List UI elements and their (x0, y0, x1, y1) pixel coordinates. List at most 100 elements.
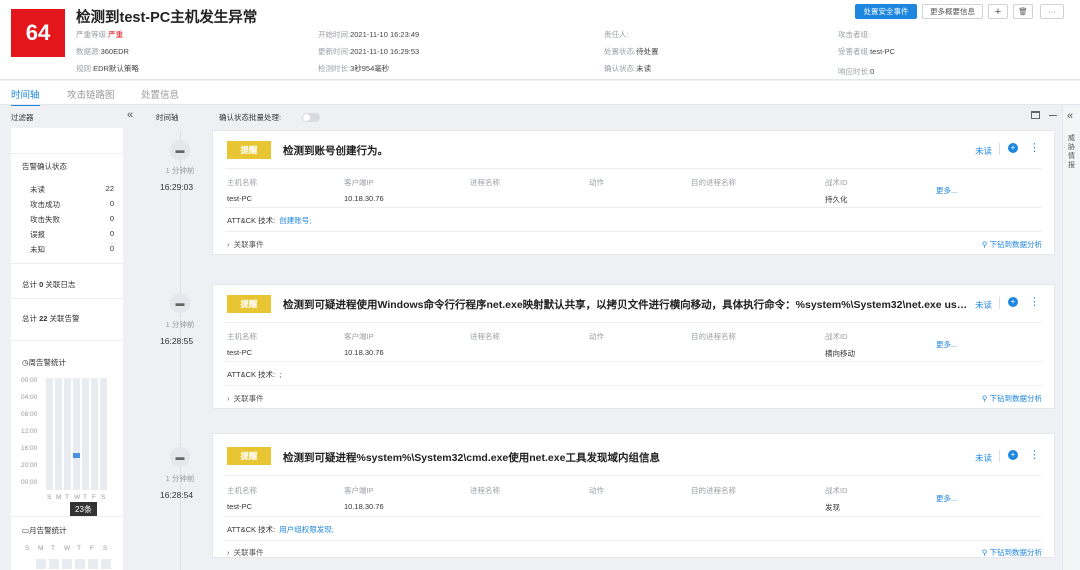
month-cell[interactable] (62, 559, 72, 569)
week-day-column (82, 378, 89, 490)
expand-panel-icon[interactable]: « (1067, 110, 1073, 122)
tab-handling-info[interactable]: 处置信息 (141, 87, 179, 101)
heat-cell[interactable] (73, 453, 80, 458)
unread-link[interactable]: 未读 (975, 145, 992, 157)
attack-technique: ATT&CK 技术: 创建账号; (227, 216, 312, 225)
field-handle-status: 处置状态:待处置 (604, 47, 659, 56)
week-day-column (46, 378, 53, 490)
event-card-title: 检测到账号创建行为。 (283, 145, 388, 157)
host-value: test-PC (227, 502, 253, 511)
level-badge: 提醒 (227, 295, 271, 313)
briefcase-icon: ▬ (170, 293, 190, 313)
briefcase-icon: ▬ (170, 140, 190, 160)
field-rule: 规则:EDR默认策略 (76, 64, 139, 73)
handle-event-button[interactable]: 处置安全事件 (855, 4, 917, 19)
month-cell[interactable] (36, 559, 46, 569)
drill-down-link[interactable]: ⚲ 下钻到数据分析 (982, 239, 1042, 250)
event-relative-time: 1 分钟前 (165, 166, 195, 175)
add-circle-icon[interactable]: + (1008, 143, 1018, 153)
chevron-right-icon: › (227, 548, 234, 557)
risk-score-badge: 64 (11, 9, 65, 57)
search-icon: ⚲ (981, 240, 990, 249)
threat-intel-panel[interactable]: « 威胁情报 (1062, 106, 1080, 570)
search-icon: ⚲ (981, 394, 990, 403)
status-label[interactable]: 误报 (30, 229, 45, 240)
month-cell[interactable] (101, 559, 111, 569)
minimize-icon[interactable] (1049, 115, 1057, 116)
host-value: test-PC (227, 194, 253, 203)
status-label[interactable]: 未读 (30, 184, 45, 195)
ip-value: 10.18.30.76 (344, 348, 384, 357)
status-label[interactable]: 攻击成功 (30, 199, 60, 210)
field-attacker-group: 攻击者组: (838, 30, 871, 39)
related-events-toggle[interactable]: › 关联事件 (227, 393, 264, 404)
technique-link[interactable]: ; (279, 370, 281, 379)
heat-tooltip: 23条 (70, 502, 97, 516)
status-label[interactable]: 未知 (30, 244, 45, 255)
more-summary-button[interactable]: 更多概要信息 (922, 4, 983, 19)
tab-attack-chain[interactable]: 攻击链路图 (67, 87, 115, 101)
week-day-column (100, 378, 107, 490)
field-severity: 严重等级:严重 (76, 30, 124, 39)
month-cell[interactable] (88, 559, 98, 569)
more-vertical-icon[interactable]: ⋮ (1029, 448, 1040, 461)
ip-value: 10.18.30.76 (344, 502, 384, 511)
more-vertical-icon[interactable]: ⋮ (1029, 141, 1040, 154)
add-circle-icon[interactable]: + (1008, 297, 1018, 307)
more-vertical-icon[interactable]: ⋮ (1029, 295, 1040, 308)
status-count: 22 (105, 184, 114, 193)
status-count: 0 (109, 244, 114, 253)
add-button[interactable]: + (988, 4, 1008, 19)
event-title: 检测到test-PC主机发生异常 (76, 10, 258, 26)
month-cell[interactable] (49, 559, 59, 569)
drill-down-link[interactable]: ⚲ 下钻到数据分析 (982, 393, 1042, 404)
tab-timeline[interactable]: 时间轴 (11, 87, 40, 107)
status-label[interactable]: 攻击失败 (30, 214, 60, 225)
field-owner: 责任人: (604, 30, 629, 39)
attack-technique: ATT&CK 技术: 用户组权限发现; (227, 525, 334, 534)
status-count: 0 (109, 199, 114, 208)
filter-label: 过滤器 (11, 113, 34, 122)
tab-bar: 时间轴 攻击链路图 处置信息 (0, 81, 1080, 107)
more-fields-link[interactable]: 更多... (936, 339, 957, 350)
unread-link[interactable]: 未读 (975, 452, 992, 464)
status-count: 0 (109, 229, 114, 238)
chevron-right-icon: › (227, 394, 234, 403)
tactic-value: 发现 (825, 503, 840, 512)
host-value: test-PC (227, 348, 253, 357)
week-day-column (55, 378, 62, 490)
add-circle-icon[interactable]: + (1008, 450, 1018, 460)
field-start-time: 开始时间:2021-11-10 16:23:49 (318, 30, 420, 39)
batch-confirm-toggle[interactable] (302, 113, 320, 122)
status-count: 0 (109, 214, 114, 223)
unread-link[interactable]: 未读 (975, 299, 992, 311)
related-events-toggle[interactable]: › 关联事件 (227, 547, 264, 558)
field-victim-group: 受害者组:test-PC (838, 47, 896, 56)
drill-down-link[interactable]: ⚲ 下钻到数据分析 (982, 547, 1042, 558)
event-card: 提醒 检测到可疑进程%system%\System32\cmd.exe使用net… (212, 433, 1055, 558)
ip-value: 10.18.30.76 (344, 194, 384, 203)
delete-icon[interactable]: 🗑 (1013, 4, 1033, 19)
attack-technique: ATT&CK 技术:; (227, 370, 282, 379)
related-events-toggle[interactable]: › 关联事件 (227, 239, 264, 250)
total-alerts: 总计 22 关联告警 (22, 314, 80, 323)
tactic-value: 持久化 (825, 195, 848, 204)
more-options-icon[interactable]: ··· (1040, 4, 1064, 19)
chevron-right-icon: › (227, 240, 234, 249)
collapse-filter-icon[interactable]: « (127, 109, 133, 121)
tactic-value: 横向移动 (825, 349, 855, 358)
field-source: 数据源:360EDR (76, 47, 129, 56)
event-card: 提醒 检测到可疑进程使用Windows命令行行程序net.exe映射默认共享，以… (212, 284, 1055, 409)
more-fields-link[interactable]: 更多... (936, 185, 957, 196)
month-cell[interactable] (75, 559, 85, 569)
threat-intel-label: 威胁情报 (1068, 135, 1075, 169)
week-day-column (73, 378, 80, 490)
maximize-icon[interactable] (1031, 111, 1040, 119)
technique-link[interactable]: 创建账号; (279, 216, 311, 225)
field-update-time: 更新时间:2021-11-10 16:29:53 (318, 47, 420, 56)
field-response-time: 响应时长:0 (838, 67, 875, 76)
technique-link[interactable]: 用户组权限发现; (279, 525, 334, 534)
more-fields-link[interactable]: 更多... (936, 493, 957, 504)
event-relative-time: 1 分钟前 (165, 474, 195, 483)
week-day-column (64, 378, 71, 490)
